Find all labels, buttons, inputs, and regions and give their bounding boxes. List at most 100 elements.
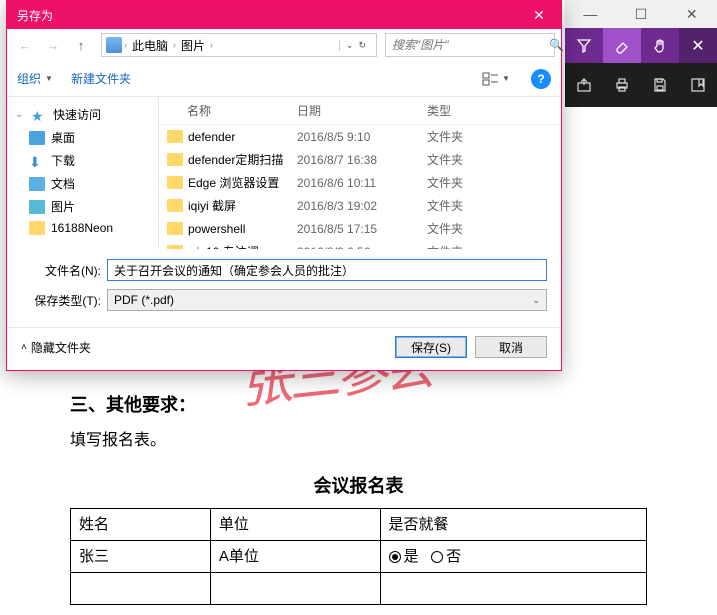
save-button[interactable]: 保存(S) xyxy=(395,336,467,358)
folder-icon xyxy=(167,153,183,166)
opt-no-label: 否 xyxy=(446,548,461,565)
chevron-down-icon[interactable]: ▼ xyxy=(45,74,53,83)
file-type: 文件夹 xyxy=(427,151,507,168)
chevron-down-icon: ⌄ xyxy=(532,295,540,306)
tree-label: 图片 xyxy=(51,198,75,215)
new-folder-button[interactable]: 新建文件夹 xyxy=(71,70,131,87)
help-button[interactable]: ? xyxy=(531,69,551,89)
share-icon[interactable] xyxy=(565,63,603,107)
tree-quick-access[interactable]: ⌄ ★ 快速访问 xyxy=(7,103,158,126)
search-input[interactable] xyxy=(392,38,549,52)
col-header-type[interactable]: 类型 xyxy=(427,102,507,119)
th-unit: 单位 xyxy=(210,509,380,541)
file-row[interactable]: win10 专注词2016/8/3 6:56文件夹 xyxy=(159,240,561,249)
bookmark-icon[interactable] xyxy=(679,63,717,107)
pc-icon xyxy=(106,37,122,53)
desktop-icon xyxy=(29,131,45,145)
doc-table-title: 会议报名表 xyxy=(70,470,647,502)
folder-icon xyxy=(167,222,183,235)
file-name: defender定期扫描 xyxy=(188,151,283,168)
file-row[interactable]: Edge 浏览器设置 2016/8/6 10:11文件夹 xyxy=(159,171,561,194)
dialog-close-button[interactable]: ✕ xyxy=(517,1,561,29)
save-icon[interactable] xyxy=(641,63,679,107)
file-date: 2016/8/6 10:11 xyxy=(297,176,427,190)
file-type: 文件夹 xyxy=(427,174,507,191)
tree-documents[interactable]: 文档 xyxy=(7,172,158,195)
radio-yes-icon[interactable] xyxy=(389,551,401,563)
file-date: 2016/8/5 17:15 xyxy=(297,222,427,236)
hide-folders-toggle[interactable]: ˄ 隐藏文件夹 xyxy=(21,339,91,356)
star-icon: ★ xyxy=(31,108,47,122)
path-folder[interactable]: 图片 xyxy=(178,37,208,54)
cell-dine: 是 否 xyxy=(380,541,646,573)
folder-icon xyxy=(167,199,183,212)
cell-name: 张三 xyxy=(71,541,211,573)
file-list[interactable]: 名称 日期 类型 defender2016/8/5 9:10文件夹defende… xyxy=(159,97,561,249)
print-icon[interactable] xyxy=(603,63,641,107)
file-type: 文件夹 xyxy=(427,220,507,237)
dropdown-icon[interactable]: ⌄ ↻ xyxy=(339,40,372,51)
tool-hand-icon[interactable] xyxy=(641,28,679,63)
view-mode-button[interactable]: ▼ xyxy=(479,68,513,90)
chevron-right-icon: › xyxy=(173,40,176,50)
table-header-row: 姓名 单位 是否就餐 xyxy=(71,509,647,541)
cancel-button[interactable]: 取消 xyxy=(475,336,547,358)
file-date: 2016/8/3 6:56 xyxy=(297,245,427,250)
chevron-right-icon: › xyxy=(210,40,213,50)
file-row[interactable]: powershell2016/8/5 17:15文件夹 xyxy=(159,217,561,240)
file-name: Edge 浏览器设置 xyxy=(188,174,279,191)
app-close-button[interactable]: ✕ xyxy=(666,0,717,28)
file-date: 2016/8/7 16:38 xyxy=(297,153,427,167)
folder-icon xyxy=(29,221,45,235)
file-row[interactable]: defender2016/8/5 9:10文件夹 xyxy=(159,125,561,148)
file-name: defender xyxy=(188,130,235,144)
filename-input[interactable] xyxy=(107,259,547,281)
hide-folders-label: 隐藏文件夹 xyxy=(31,339,91,356)
doc-table: 姓名 单位 是否就餐 张三 A单位 是 否 xyxy=(70,508,647,605)
dialog-title: 另存为 xyxy=(17,7,517,24)
tree-label: 下载 xyxy=(51,152,75,169)
col-header-name[interactable]: 名称 xyxy=(167,102,297,119)
path-pc[interactable]: 此电脑 xyxy=(129,37,171,54)
save-as-dialog: 另存为 ✕ ← → ↑ › 此电脑 › 图片 › ⌄ ↻ 🔍 组织 ▼ 新建文件… xyxy=(6,0,562,371)
cell-unit: A单位 xyxy=(210,541,380,573)
tree-label: 文档 xyxy=(51,175,75,192)
file-list-header[interactable]: 名称 日期 类型 xyxy=(159,97,561,125)
tool-funnel-icon[interactable] xyxy=(565,28,603,63)
tool-eraser-icon[interactable] xyxy=(603,28,641,63)
file-row[interactable]: defender定期扫描 2016/8/7 16:38文件夹 xyxy=(159,148,561,171)
tree-folder-neon[interactable]: 16188Neon xyxy=(7,218,158,238)
nav-up-button[interactable]: ↑ xyxy=(69,33,93,57)
app-minimize-button[interactable]: — xyxy=(565,0,616,28)
document-body: 张三参会 会议室。 三、其他要求： 填写报名表。 会议报名表 姓名 单位 是否就… xyxy=(0,340,717,615)
file-type: 文件夹 xyxy=(427,197,507,214)
filetype-label: 保存类型(T): xyxy=(21,292,107,309)
chevron-down-icon[interactable]: ⌄ xyxy=(15,109,25,120)
filetype-select[interactable]: PDF (*.pdf) ⌄ xyxy=(107,289,547,311)
tree-desktop[interactable]: 桌面 xyxy=(7,126,158,149)
navigation-tree[interactable]: ⌄ ★ 快速访问 桌面 ⬇下载 文档 图片 16188Neon xyxy=(7,97,159,249)
address-path[interactable]: › 此电脑 › 图片 › ⌄ ↻ xyxy=(101,33,377,57)
tree-pictures[interactable]: 图片 xyxy=(7,195,158,218)
nav-forward-button[interactable]: → xyxy=(41,33,65,57)
document-icon xyxy=(29,177,45,191)
folder-icon xyxy=(167,176,183,189)
radio-no-icon[interactable] xyxy=(431,551,443,563)
chevron-right-icon: › xyxy=(124,40,127,50)
search-icon[interactable]: 🔍 xyxy=(549,38,564,52)
dialog-titlebar[interactable]: 另存为 ✕ xyxy=(7,1,561,29)
tree-downloads[interactable]: ⬇下载 xyxy=(7,149,158,172)
col-header-date[interactable]: 日期 xyxy=(297,102,427,119)
search-box[interactable]: 🔍 xyxy=(385,33,555,57)
app-maximize-button[interactable]: ☐ xyxy=(616,0,667,28)
tree-label: 快速访问 xyxy=(53,106,101,123)
doc-fill-form-line: 填写报名表。 xyxy=(70,427,647,456)
filetype-value: PDF (*.pdf) xyxy=(114,293,174,307)
table-row: 张三 A单位 是 否 xyxy=(71,541,647,573)
tree-label: 16188Neon xyxy=(51,221,113,235)
th-dine: 是否就餐 xyxy=(380,509,646,541)
tool-panel-close-icon[interactable]: ✕ xyxy=(679,28,717,63)
file-row[interactable]: iqiyi 截屏2016/8/3 19:02文件夹 xyxy=(159,194,561,217)
organize-button[interactable]: 组织 xyxy=(17,70,41,87)
nav-back-button[interactable]: ← xyxy=(13,33,37,57)
